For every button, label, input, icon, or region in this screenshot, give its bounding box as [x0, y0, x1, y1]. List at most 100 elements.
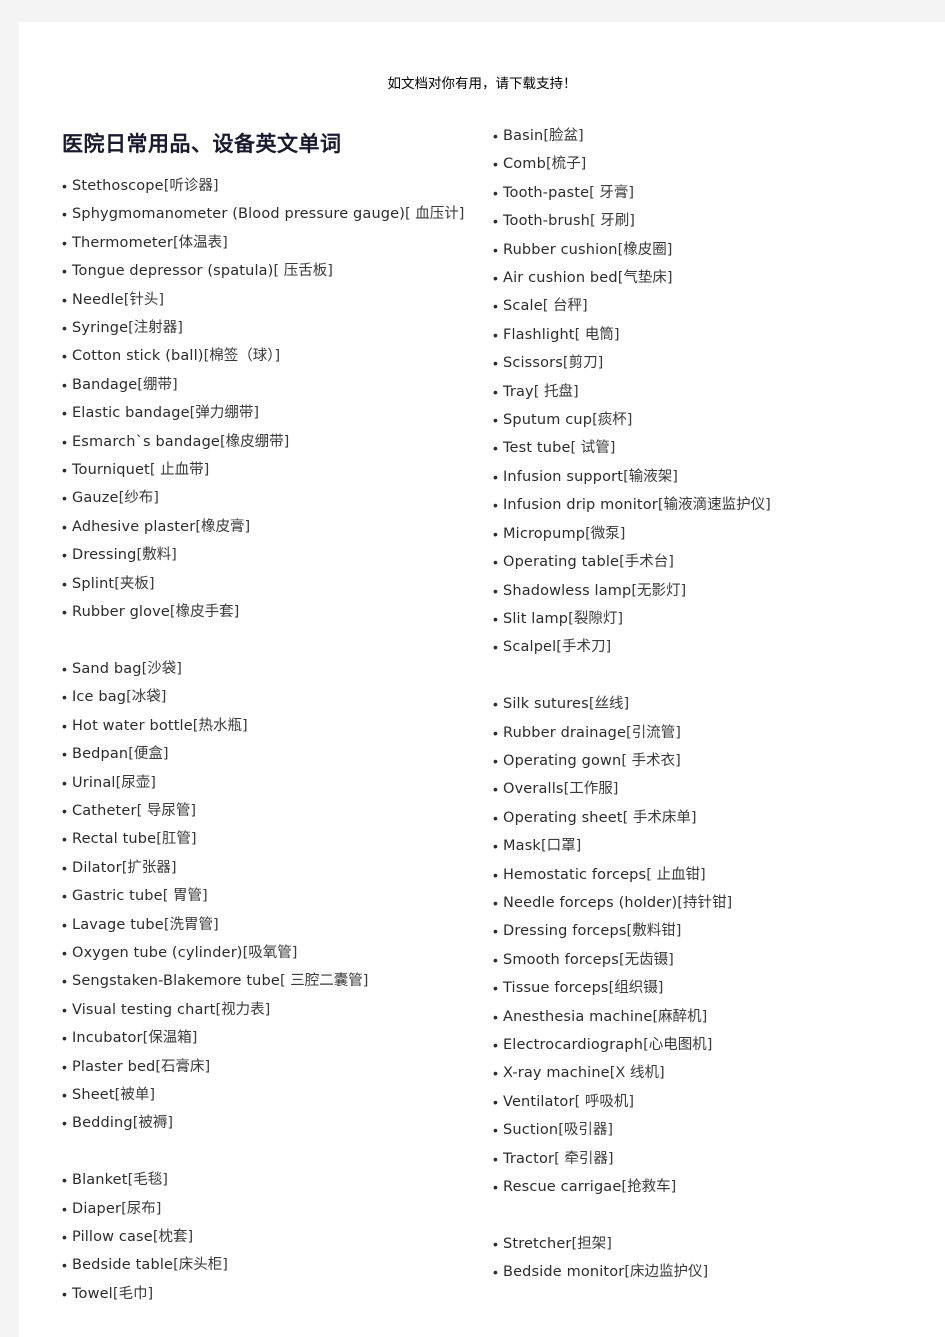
bullet-icon: • [493, 525, 498, 542]
vocabulary-entry: • Stretcher[担架] [491, 1230, 931, 1258]
entry-term: Smooth forceps [503, 951, 619, 968]
entry-gloss: [床边监护仪] [624, 1264, 709, 1281]
bullet-icon: • [62, 1001, 67, 1018]
entry-gloss: [橡皮膏] [195, 518, 251, 535]
entry-term: Rubber drainage [503, 724, 627, 741]
vocabulary-entry: • Tray[ 托盘] [491, 378, 931, 406]
entry-term: Micropump [503, 525, 586, 542]
vocabulary-entry: • Gauze[纱布] [60, 484, 490, 512]
entry-term: Blanket [72, 1172, 128, 1189]
bullet-icon: • [493, 1093, 498, 1110]
vocabulary-entry: • Dressing forceps[敷料钳] [491, 917, 931, 945]
entry-gloss: [ 电筒] [574, 326, 620, 343]
bullet-icon: • [493, 923, 498, 940]
vocabulary-entry: • Oxygen tube (cylinder)[吸氧管] [60, 939, 490, 967]
bullet-icon: • [62, 291, 67, 308]
vocabulary-entry: • Operating sheet[ 手术床单] [491, 804, 931, 832]
entry-term: Basin [503, 128, 544, 144]
entry-gloss: [敷料钳] [626, 923, 682, 940]
bullet-icon: • [493, 696, 498, 713]
entry-gloss: [棉签（球）] [203, 348, 281, 365]
entry-gloss: [X 线机] [609, 1065, 665, 1082]
entry-gloss: [肛管] [156, 831, 197, 848]
vocabulary-entry: • Sheet[被单] [60, 1081, 490, 1109]
vocabulary-entry: • Bedding[被褥] [60, 1109, 490, 1137]
bullet-icon: • [62, 405, 67, 422]
entry-term: Tongue depressor (spatula) [72, 263, 274, 280]
entry-term: Oxygen tube (cylinder) [72, 944, 243, 961]
bullet-icon: • [493, 184, 498, 201]
vocabulary-entry: • Sand bag[沙袋] [60, 655, 490, 683]
entry-term: Cotton stick (ball) [72, 348, 204, 365]
vocabulary-entry: • Overalls[工作服] [491, 775, 931, 803]
vocabulary-entry: • Pillow case[枕套] [60, 1223, 490, 1251]
vocabulary-entry: • Electrocardiograph[心电图机] [491, 1031, 931, 1059]
entry-term: Operating table [503, 554, 620, 571]
vocabulary-entry: • Slit lamp[裂隙灯] [491, 605, 931, 633]
vocabulary-entry: • Test tube[ 试管] [491, 434, 931, 462]
vocabulary-entry: • Shadowless lamp[无影灯] [491, 577, 931, 605]
bullet-icon: • [62, 1285, 67, 1302]
vocabulary-entry: • Incubator[保温箱] [60, 1024, 490, 1052]
bullet-icon: • [493, 1150, 498, 1167]
bullet-icon: • [62, 1172, 67, 1189]
entry-term: Tooth-paste [503, 184, 590, 201]
vocabulary-entry: • Catheter[ 导尿管] [60, 797, 490, 825]
entry-term: Ice bag [72, 689, 127, 706]
vocabulary-entry: • Tooth-paste[ 牙膏] [491, 179, 931, 207]
vocabulary-entry: • Smooth forceps[无齿镊] [491, 946, 931, 974]
entry-gloss: [脸盆] [543, 128, 584, 144]
entry-gloss: [ 止血钳] [646, 866, 706, 883]
bullet-icon: • [493, 412, 498, 429]
bullet-icon: • [62, 859, 67, 876]
entry-gloss: [ 试管] [570, 440, 616, 457]
entry-gloss: [便盒] [128, 746, 169, 763]
entry-term: Comb [503, 156, 546, 173]
entry-gloss: [丝线] [588, 696, 630, 713]
entry-term: Mask [503, 838, 541, 855]
entry-gloss: [持针钳] [677, 894, 733, 911]
vocabulary-entry: • Tongue depressor (spatula)[ 压舌板] [60, 257, 490, 285]
left-column: • Stethoscope[听诊器] • Sphygmomanometer (Bloo… [60, 22, 490, 1308]
entry-term: Suction [503, 1122, 559, 1139]
entry-gloss: [ 止血带] [149, 462, 210, 479]
entry-term: Bandage [72, 376, 138, 393]
bullet-icon: • [493, 838, 498, 855]
bullet-icon: • [62, 1086, 67, 1103]
two-column-body: • Stethoscope[听诊器] • Sphygmomanometer (Bloo… [19, 22, 945, 1337]
entry-gloss: [吸氧管] [242, 944, 298, 961]
bullet-icon: • [62, 1058, 67, 1075]
bullet-icon: • [493, 951, 498, 968]
entry-gloss: [气垫床] [617, 270, 673, 287]
entry-term: Infusion support [503, 468, 624, 485]
entry-term: Flashlight [503, 326, 575, 343]
vocabulary-entry: • Diaper[尿布] [60, 1195, 490, 1223]
entry-term: Tractor [503, 1150, 555, 1167]
bullet-icon: • [493, 468, 498, 485]
entry-term: Sheet [72, 1086, 115, 1103]
entry-term: Tourniquet [72, 462, 150, 479]
entry-gloss: [热水瓶] [192, 717, 248, 734]
entry-term: Visual testing chart [72, 1001, 216, 1018]
bullet-icon: • [62, 518, 67, 535]
vocabulary-entry: • Gastric tube[ 胃管] [60, 882, 490, 910]
entry-gloss: [绷带] [137, 376, 178, 393]
entry-gloss: [ 呼吸机] [574, 1093, 634, 1110]
entry-term: Sand bag [72, 660, 142, 677]
entry-term: Urinal [72, 774, 116, 791]
vocabulary-entry: • Tractor[ 牵引器] [491, 1145, 931, 1173]
entry-term: Bedpan [72, 746, 129, 763]
bullet-icon: • [493, 809, 498, 826]
bullet-icon: • [493, 326, 498, 343]
entry-gloss: [尿壶] [115, 774, 156, 791]
vocabulary-entry: • Sphygmomanometer (Blood pressure gauge)… [60, 200, 490, 228]
entry-term: Rectal tube [72, 831, 157, 848]
bullet-icon: • [493, 554, 498, 571]
bullet-icon: • [62, 831, 67, 848]
entry-gloss: [抢救车] [621, 1179, 677, 1196]
bullet-icon: • [493, 1235, 498, 1252]
entry-gloss: [弹力绷带] [189, 405, 259, 422]
vocabulary-entry: • Needle[针头] [60, 286, 490, 314]
